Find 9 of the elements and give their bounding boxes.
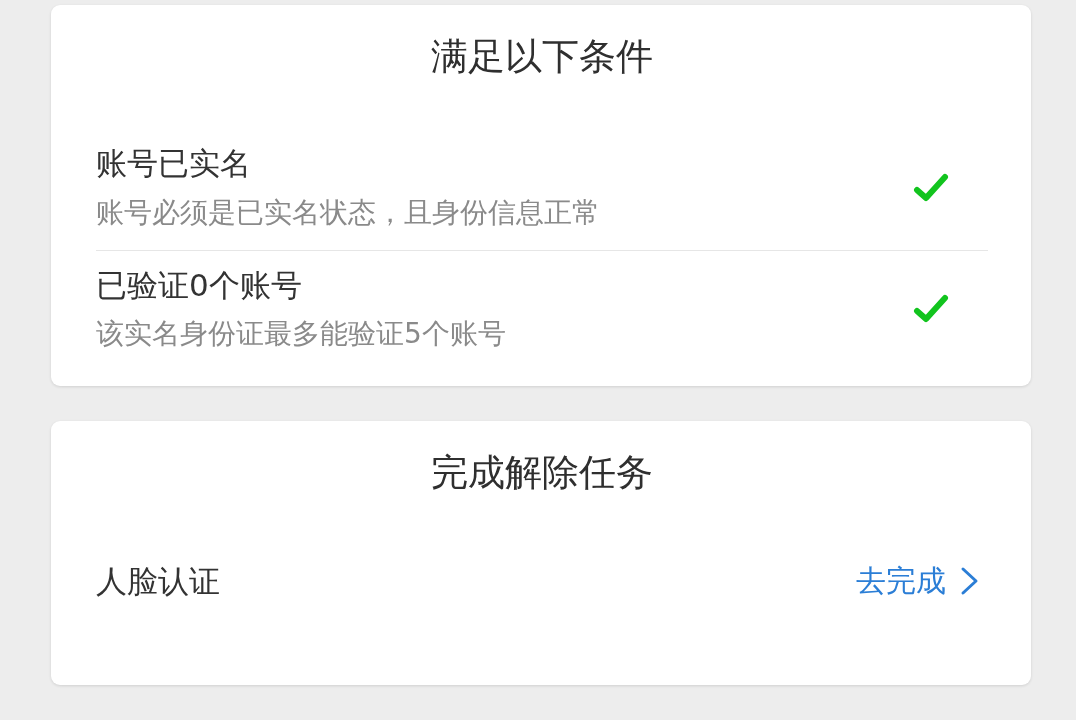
- condition-description: 该实名身份证最多能验证5个账号: [96, 317, 506, 351]
- chevron-right-icon: [960, 566, 979, 596]
- task-label: 人脸认证: [96, 562, 220, 601]
- condition-title: 已验证0个账号: [96, 266, 303, 305]
- condition-description: 账号必须是已实名状态，且身份信息正常: [96, 196, 600, 230]
- complete-task-link[interactable]: 去完成: [856, 561, 979, 601]
- section-title: 完成解除任务: [431, 450, 653, 496]
- section-title: 满足以下条件: [431, 34, 653, 80]
- condition-title: 账号已实名: [96, 144, 252, 183]
